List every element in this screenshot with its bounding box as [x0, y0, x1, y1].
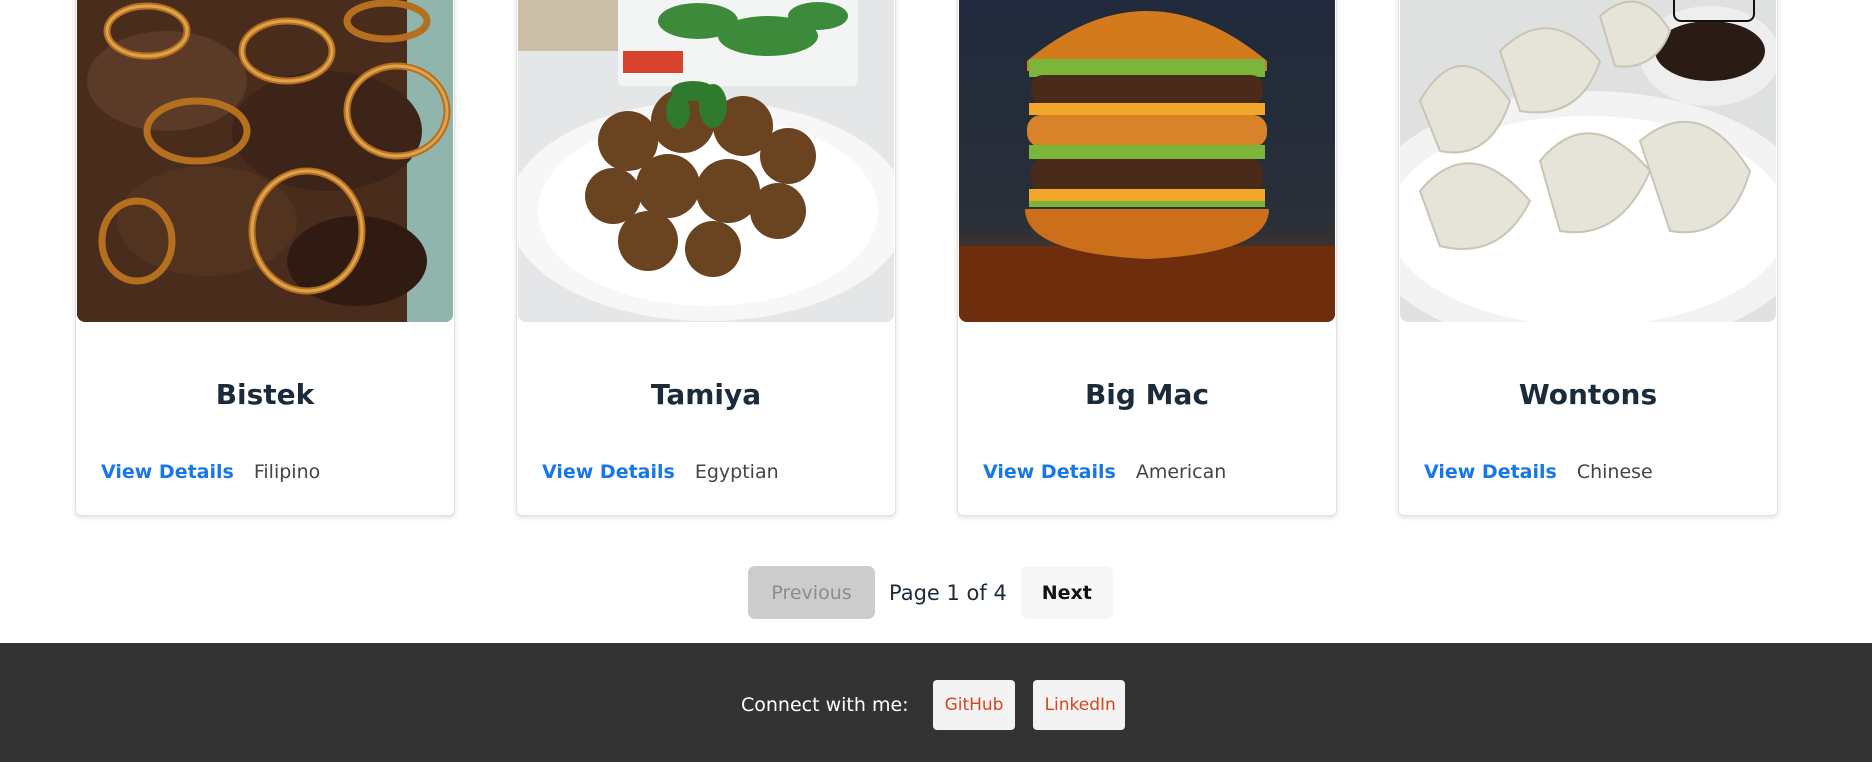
- view-details-link[interactable]: View Details: [101, 461, 234, 483]
- card-footer: View Details Egyptian: [542, 461, 779, 483]
- recipe-title: Wontons: [1518, 378, 1658, 411]
- outlined-button-partial[interactable]: [1673, 0, 1755, 22]
- linkedin-button[interactable]: LinkedIn: [1032, 680, 1125, 730]
- card-footer: View Details Chinese: [1424, 461, 1653, 483]
- cuisine-label: Egyptian: [694, 461, 779, 483]
- previous-button: Previous: [748, 566, 875, 619]
- page: Bistek View Details Filipino Tamiya View…: [0, 0, 1872, 762]
- wontons-photo: [1400, 0, 1776, 322]
- pagination: Previous Page 1 of 4 Next: [748, 566, 1113, 619]
- tamiya-photo: [518, 0, 894, 322]
- recipe-title: Bistek: [215, 378, 315, 411]
- recipe-card: Tamiya View Details Egyptian: [516, 0, 896, 516]
- recipe-title: Big Mac: [1084, 378, 1210, 411]
- recipe-grid: Bistek View Details Filipino Tamiya View…: [0, 0, 1872, 520]
- cuisine-label: Filipino: [253, 461, 321, 483]
- recipe-title: Tamiya: [650, 378, 762, 411]
- next-button[interactable]: Next: [1020, 566, 1113, 619]
- card-footer: View Details Filipino: [101, 461, 320, 483]
- connect-label: Connect with me:: [741, 694, 909, 716]
- cuisine-label: American: [1135, 461, 1227, 483]
- view-details-link[interactable]: View Details: [983, 461, 1116, 483]
- site-footer: Connect with me: GitHub LinkedIn: [0, 643, 1872, 762]
- bistek-photo: [77, 0, 453, 322]
- card-footer: View Details American: [983, 461, 1226, 483]
- big-mac-photo: [959, 0, 1335, 322]
- view-details-link[interactable]: View Details: [542, 461, 675, 483]
- page-indicator: Page 1 of 4: [889, 580, 1007, 605]
- social-links: Connect with me: GitHub LinkedIn: [741, 680, 1125, 730]
- recipe-card: Bistek View Details Filipino: [75, 0, 455, 516]
- view-details-link[interactable]: View Details: [1424, 461, 1557, 483]
- github-button[interactable]: GitHub: [932, 680, 1015, 730]
- cuisine-label: Chinese: [1576, 461, 1653, 483]
- recipe-card: Wontons View Details Chinese: [1398, 0, 1778, 516]
- recipe-card: Big Mac View Details American: [957, 0, 1337, 516]
